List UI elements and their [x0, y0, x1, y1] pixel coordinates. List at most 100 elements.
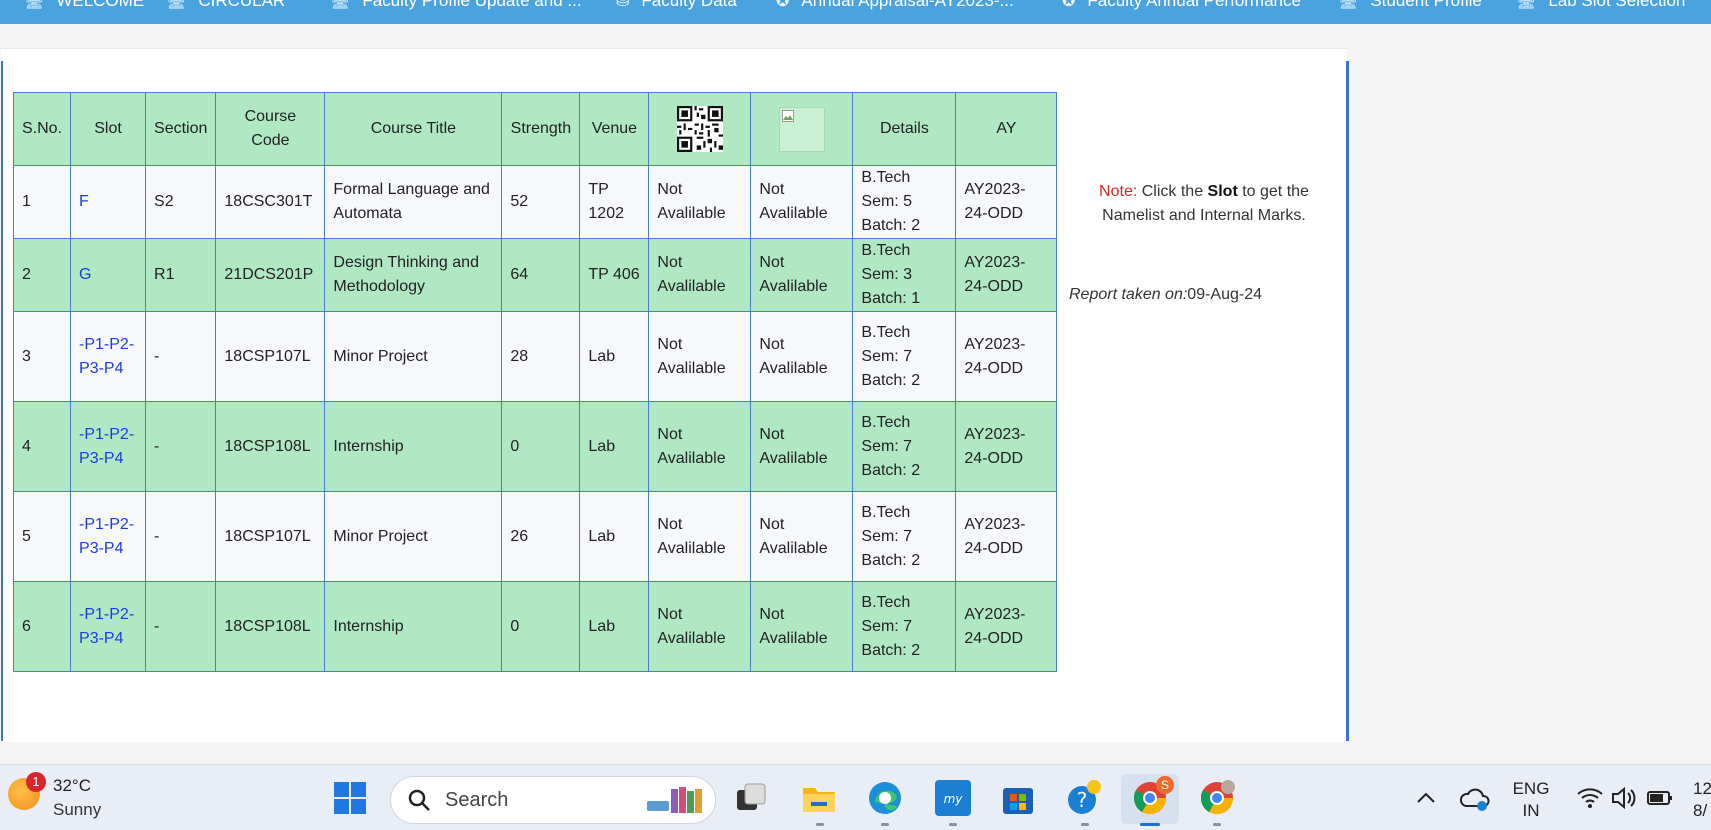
- nav-item-faculty-profile[interactable]: 🖥 Faculty Profile Update and ...: [330, 0, 582, 11]
- cell-image: Not Avalilable: [750, 311, 854, 402]
- help-icon[interactable]: ?: [1066, 780, 1102, 816]
- cell-section: -: [145, 581, 217, 672]
- taskbar-search-input[interactable]: Search: [390, 776, 716, 824]
- cell-ay: AY2023-24-ODD: [955, 165, 1058, 239]
- edge-browser-icon[interactable]: [867, 780, 903, 816]
- cell-strength: 28: [501, 311, 581, 402]
- svg-text:?: ?: [1077, 788, 1088, 812]
- cell-course-title: Design Thinking and Methodology: [324, 238, 503, 312]
- cell-sno: 5: [12, 491, 72, 582]
- cell-slot: -P1-P2-P3-P4: [70, 581, 147, 672]
- cell-details: B.Tech Sem: 5 Batch: 2: [852, 165, 957, 239]
- cell-qr: Not Avalilable: [648, 581, 752, 672]
- cell-section: -: [145, 491, 217, 582]
- weather-condition[interactable]: Sunny: [53, 800, 101, 820]
- report-label: Report taken on:: [1069, 286, 1188, 303]
- file-explorer-icon[interactable]: [801, 780, 837, 816]
- header-section: Section: [145, 92, 217, 166]
- cell-image: Not Avalilable: [750, 165, 854, 239]
- microsoft-store-icon[interactable]: [1000, 780, 1036, 816]
- books-icon: [647, 787, 702, 813]
- svg-text:my: my: [944, 792, 964, 806]
- chrome2-running-indicator: [1213, 823, 1221, 826]
- nav-item-lab-slot-selection[interactable]: 🖥 Lab Slot Selection: [1516, 0, 1685, 11]
- cell-ay: AY2023-24-ODD: [955, 491, 1058, 582]
- cell-section: S2: [145, 165, 217, 239]
- weather-temp[interactable]: 32°C: [53, 776, 91, 796]
- nav-item-welcome[interactable]: 🖥 WELCOME: [24, 0, 144, 11]
- sub-bar: [0, 24, 1711, 48]
- nav-item-faculty-performance[interactable]: ✪ Faculty Annual Performance: [1062, 0, 1301, 11]
- slot-link[interactable]: -P1-P2-P3-P4: [79, 336, 134, 377]
- chrome-profile-2-icon[interactable]: [1199, 780, 1235, 816]
- cell-qr: Not Avalilable: [648, 238, 752, 312]
- cell-slot: -P1-P2-P3-P4: [70, 311, 147, 402]
- monitor-icon: 🖥: [24, 0, 45, 10]
- language-region: IN: [1522, 801, 1540, 820]
- nav-item-circular[interactable]: 🖥 CIRCULAR: [166, 0, 285, 11]
- header-ay: AY: [955, 92, 1058, 166]
- award-icon: ✪: [1062, 0, 1076, 10]
- cell-course-title: Internship: [324, 401, 503, 492]
- taskbar: [0, 764, 1711, 830]
- cell-venue: TP 1202: [579, 165, 650, 239]
- cell-ay: AY2023-24-ODD: [955, 311, 1058, 402]
- cell-section: R1: [145, 238, 217, 312]
- database-icon: ⛁: [616, 0, 630, 10]
- slot-link[interactable]: F: [79, 193, 89, 210]
- cell-course-title: Minor Project: [324, 491, 503, 582]
- nav-item-faculty-data[interactable]: ⛁ Faculty Data: [616, 0, 737, 11]
- weather-badge: 1: [26, 772, 46, 792]
- search-placeholder: Search: [445, 789, 509, 811]
- cell-venue: TP 406: [579, 238, 650, 312]
- edge-running-indicator: [881, 823, 889, 826]
- cell-course-code: 18CSC301T: [215, 165, 326, 239]
- table-row: 2 G R1 21DCS201P Design Thinking and Met…: [12, 238, 1058, 312]
- slot-link[interactable]: G: [79, 266, 91, 283]
- cell-sno: 1: [12, 165, 72, 239]
- explorer-running-indicator: [816, 823, 824, 826]
- cell-details: B.Tech Sem: 7 Batch: 2: [852, 581, 957, 672]
- language-indicator[interactable]: ENG IN: [1512, 778, 1550, 822]
- chrome-profile-badge: S: [1156, 776, 1174, 794]
- task-view-icon[interactable]: [733, 780, 769, 816]
- header-venue: Venue: [579, 92, 650, 166]
- cell-qr: Not Avalilable: [648, 491, 752, 582]
- cell-details: B.Tech Sem: 7 Batch: 2: [852, 311, 957, 402]
- cell-venue: Lab: [579, 491, 650, 582]
- language-code: ENG: [1512, 779, 1550, 798]
- chevron-up-icon[interactable]: [1414, 780, 1438, 816]
- panel-left-border: [1, 61, 3, 741]
- table-header-row: S.No. Slot Section Course Code Course Ti…: [12, 92, 1058, 166]
- clock[interactable]: 12 8/: [1693, 778, 1711, 822]
- slot-link[interactable]: -P1-P2-P3-P4: [79, 606, 134, 647]
- monitor-icon: 🖥: [166, 0, 187, 10]
- header-details: Details: [852, 92, 957, 166]
- nav-item-annual-appraisal[interactable]: ✪ Annual Appraisal-AY2023-...: [776, 0, 1014, 11]
- windows-start-icon[interactable]: [332, 780, 368, 816]
- search-icon: [408, 789, 430, 811]
- cell-slot: F: [70, 165, 147, 239]
- cell-section: -: [145, 311, 217, 402]
- wifi-icon[interactable]: [1576, 780, 1604, 816]
- onedrive-cloud-icon[interactable]: [1460, 780, 1490, 816]
- header-image: [750, 92, 854, 166]
- nav-item-student-profile[interactable]: 🖥 Student Profile: [1338, 0, 1482, 11]
- cell-details: B.Tech Sem: 7 Batch: 2: [852, 491, 957, 582]
- header-course-title: Course Title: [324, 92, 503, 166]
- volume-icon[interactable]: [1610, 780, 1638, 816]
- cell-course-title: Internship: [324, 581, 503, 672]
- cell-venue: Lab: [579, 401, 650, 492]
- cell-venue: Lab: [579, 311, 650, 402]
- battery-icon[interactable]: [1646, 780, 1674, 816]
- table-row: 4 -P1-P2-P3-P4 - 18CSP108L Internship 0 …: [12, 401, 1058, 492]
- table-row: 3 -P1-P2-P3-P4 - 18CSP107L Minor Project…: [12, 311, 1058, 402]
- header-strength: Strength: [501, 92, 581, 166]
- table-row: 1 F S2 18CSC301T Formal Language and Aut…: [12, 165, 1058, 239]
- slot-link[interactable]: -P1-P2-P3-P4: [79, 426, 134, 467]
- table-row: 6 -P1-P2-P3-P4 - 18CSP108L Internship 0 …: [12, 581, 1058, 672]
- monitor-icon: 🖥: [330, 0, 351, 10]
- slot-link[interactable]: -P1-P2-P3-P4: [79, 516, 134, 557]
- myhp-icon[interactable]: my: [935, 780, 971, 816]
- cell-slot: G: [70, 238, 147, 312]
